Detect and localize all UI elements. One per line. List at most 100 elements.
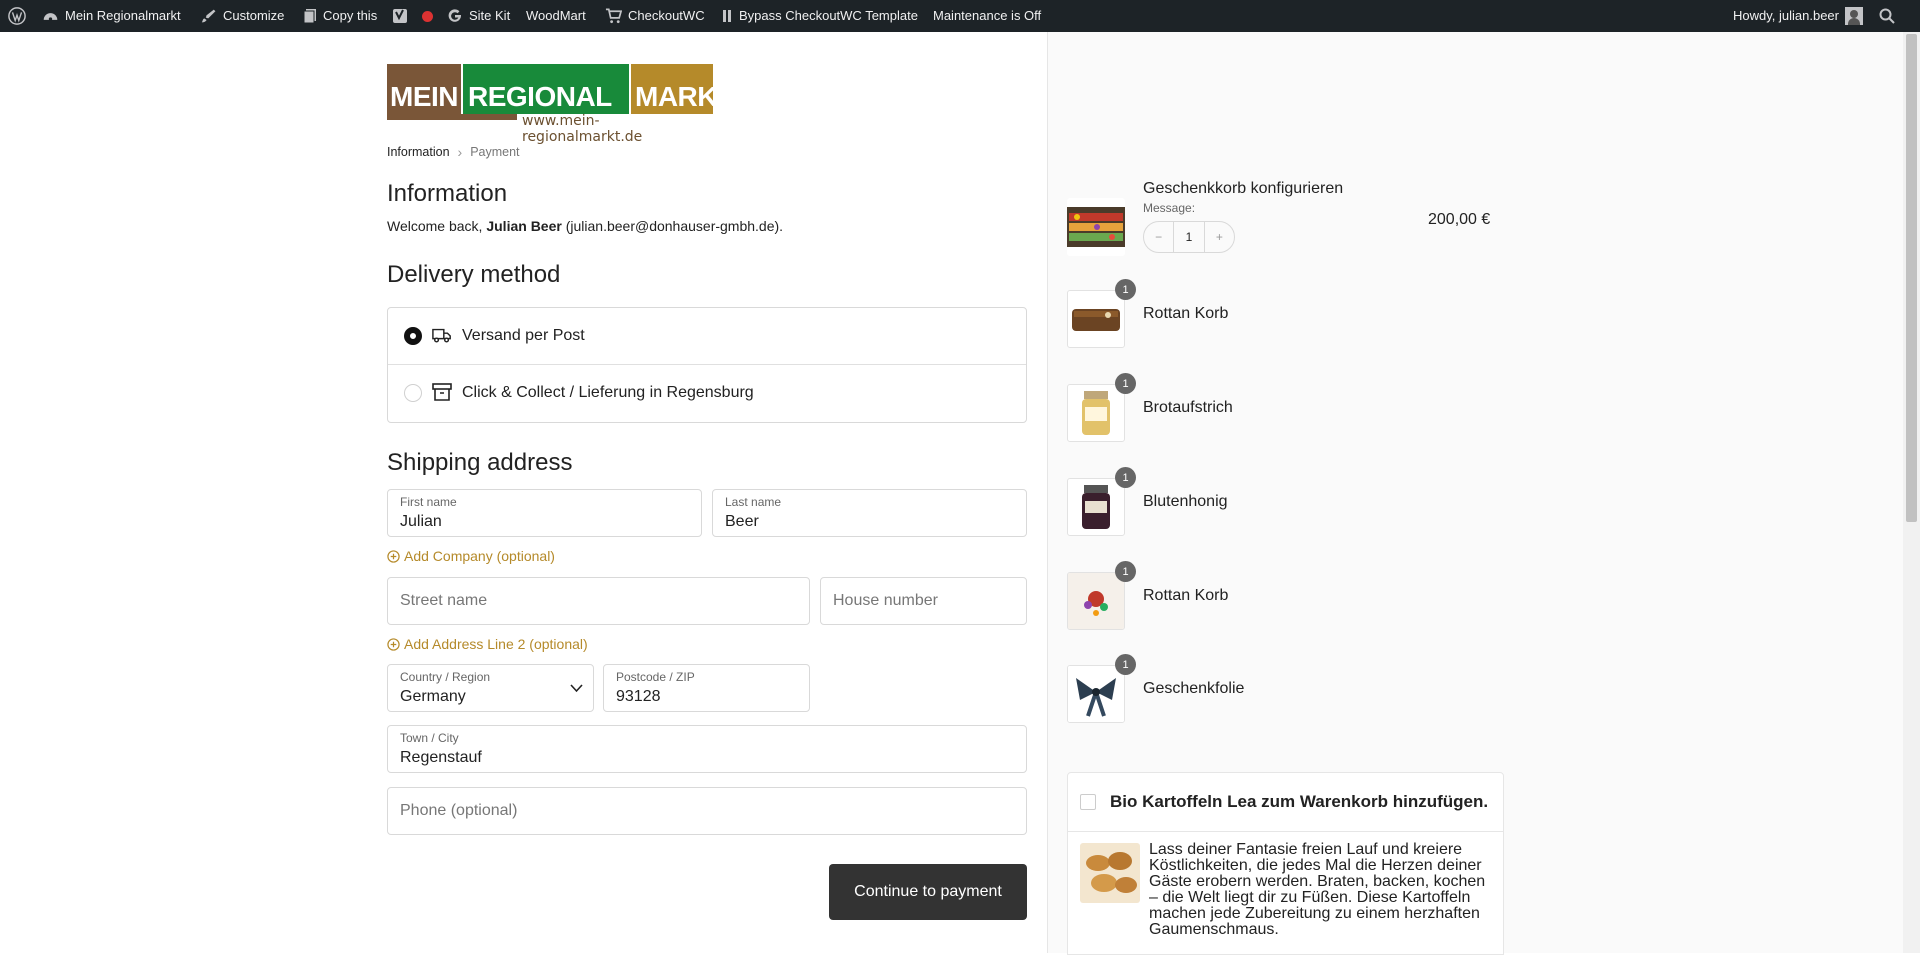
scrollbar-thumb[interactable] [1906, 34, 1917, 522]
logo-text-mein: MEIN [390, 81, 459, 112]
archive-box-icon [432, 383, 452, 401]
breadcrumb-information[interactable]: Information [387, 145, 450, 159]
admin-bar: Mein Regionalmarkt Customize Copy this S… [0, 0, 1920, 32]
brotaufstrich-thumbnail [1067, 384, 1125, 442]
upsell-offer: Bio Kartoffeln Lea zum Warenkorb hinzufü… [1067, 772, 1504, 955]
pause-icon [723, 10, 731, 22]
dashboard-icon [43, 12, 58, 21]
chevron-right-icon: › [457, 144, 463, 160]
customize-label: Customize [223, 8, 285, 23]
cart-item-price: 200,00 € [1428, 211, 1491, 228]
delivery-method-heading: Delivery method [387, 261, 561, 288]
upsell-header[interactable]: Bio Kartoffeln Lea zum Warenkorb hinzufü… [1068, 773, 1503, 832]
logo-text-regional: REGIONAL [468, 81, 612, 112]
cart-subitem: 1 Geschenkfolie [1067, 654, 1507, 725]
admin-yoast[interactable] [392, 0, 433, 32]
shipping-address-heading: Shipping address [387, 449, 573, 476]
admin-site-kit[interactable]: Site Kit [447, 0, 510, 32]
delivery-option-versand[interactable]: Versand per Post [388, 308, 1026, 365]
geschenkkorb-thumbnail [1067, 198, 1125, 256]
radio-unselected[interactable] [404, 384, 422, 402]
town-city-field[interactable]: Town / City Regenstauf [387, 725, 1027, 773]
avatar [1844, 7, 1863, 25]
admin-howdy[interactable]: Howdy, julian.beer [1733, 0, 1863, 32]
rottan-korb-thumbnail [1067, 290, 1125, 348]
truck-icon [432, 328, 451, 343]
country-value: Germany [400, 688, 466, 705]
cart-subitem: 1 Blutenhonig [1067, 467, 1507, 538]
admin-copy-this[interactable]: Copy this [303, 0, 377, 32]
country-select[interactable]: Country / Region Germany [387, 664, 594, 712]
geschenkfolie-thumbnail [1067, 665, 1125, 723]
admin-search-icon[interactable] [1879, 0, 1895, 32]
first-name-field[interactable]: First name Julian [387, 489, 702, 537]
welcome-name: Julian Beer [486, 218, 562, 234]
chevron-down-icon [570, 684, 583, 693]
admin-maintenance[interactable]: Maintenance is Off [933, 0, 1041, 32]
cart-item-message-label: Message: [1143, 201, 1196, 215]
quantity-badge: 1 [1115, 467, 1136, 488]
upsell-checkbox[interactable] [1080, 794, 1096, 810]
upsell-title: Bio Kartoffeln Lea zum Warenkorb hinzufü… [1110, 792, 1489, 811]
admin-site-name[interactable]: Mein Regionalmarkt [42, 0, 181, 32]
admin-bypass-template[interactable]: Bypass CheckoutWC Template [721, 0, 918, 32]
rottan-korb-thumbnail [1067, 572, 1125, 630]
welcome-prefix: Welcome back, [387, 218, 483, 234]
town-label: Town / City [400, 731, 459, 745]
welcome-email: (julian.beer@donhauser-gmbh.de). [565, 218, 784, 234]
last-name-field[interactable]: Last name Beer [712, 489, 1027, 537]
cart-subitem: 1 Brotaufstrich [1067, 373, 1507, 444]
copy-this-label: Copy this [323, 8, 378, 23]
house-number-placeholder: House number [833, 592, 938, 609]
phone-placeholder: Phone (optional) [400, 802, 518, 819]
quantity-value[interactable]: 1 [1173, 222, 1205, 252]
admin-checkoutwc[interactable]: CheckoutWC [605, 0, 705, 32]
admin-woodmart[interactable]: WoodMart [526, 0, 586, 32]
checkoutwc-label: CheckoutWC [628, 8, 705, 23]
woodmart-label: WoodMart [526, 8, 586, 23]
cart-item-name: Geschenkkorb konfigurieren [1143, 180, 1344, 197]
add-company-link[interactable]: Add Company (optional) [387, 548, 555, 564]
quantity-stepper[interactable]: − 1 + [1143, 221, 1235, 253]
phone-field[interactable]: Phone (optional) [387, 787, 1027, 835]
maintenance-label: Maintenance is Off [933, 8, 1042, 23]
delivery-option-click-collect[interactable]: Click & Collect / Lieferung in Regensbur… [388, 365, 1026, 421]
yoast-icon [393, 9, 407, 23]
last-name-value: Beer [725, 513, 759, 530]
blutenhonig-thumbnail [1067, 478, 1125, 536]
breadcrumb-payment[interactable]: Payment [470, 145, 519, 159]
town-value: Regenstauf [400, 749, 482, 766]
add-line2-label: Add Address Line 2 (optional) [404, 636, 588, 652]
delivery-option-label: Versand per Post [462, 327, 585, 344]
bypass-label: Bypass CheckoutWC Template [739, 8, 918, 23]
cart-item-name: Blutenhonig [1143, 493, 1228, 510]
cart-item-name: Rottan Korb [1143, 305, 1229, 322]
quantity-badge: 1 [1115, 279, 1136, 300]
quantity-badge: 1 [1115, 561, 1136, 582]
quantity-increase-button[interactable]: + [1205, 230, 1234, 244]
cart-item-name: Geschenkfolie [1143, 680, 1245, 697]
admin-customize[interactable]: Customize [201, 0, 284, 32]
cart-icon [605, 8, 622, 24]
add-address-line2-link[interactable]: Add Address Line 2 (optional) [387, 636, 588, 652]
last-name-label: Last name [725, 495, 782, 509]
howdy-label: Howdy, julian.beer [1733, 8, 1839, 23]
house-number-field[interactable]: House number [820, 577, 1027, 625]
continue-to-payment-button[interactable]: Continue to payment [829, 864, 1027, 920]
potato-product-image [1080, 843, 1140, 903]
country-label: Country / Region [400, 670, 491, 684]
site-logo[interactable]: MEIN REGIONAL MARKT www.mein-regionalmar… [387, 64, 734, 145]
google-g-icon [448, 9, 461, 22]
quantity-decrease-button[interactable]: − [1144, 230, 1173, 244]
plus-circle-icon [387, 549, 400, 563]
postcode-value: 93128 [616, 688, 661, 705]
street-placeholder: Street name [400, 592, 488, 609]
breadcrumb: Information › Payment [387, 144, 520, 160]
yoast-status-dot [422, 10, 433, 22]
postcode-field[interactable]: Postcode / ZIP 93128 [603, 664, 810, 712]
wordpress-logo-icon[interactable] [8, 0, 26, 32]
radio-selected[interactable] [404, 327, 422, 345]
cart-item-name: Rottan Korb [1143, 587, 1229, 604]
street-name-field[interactable]: Street name [387, 577, 810, 625]
copy-icon [303, 9, 316, 24]
